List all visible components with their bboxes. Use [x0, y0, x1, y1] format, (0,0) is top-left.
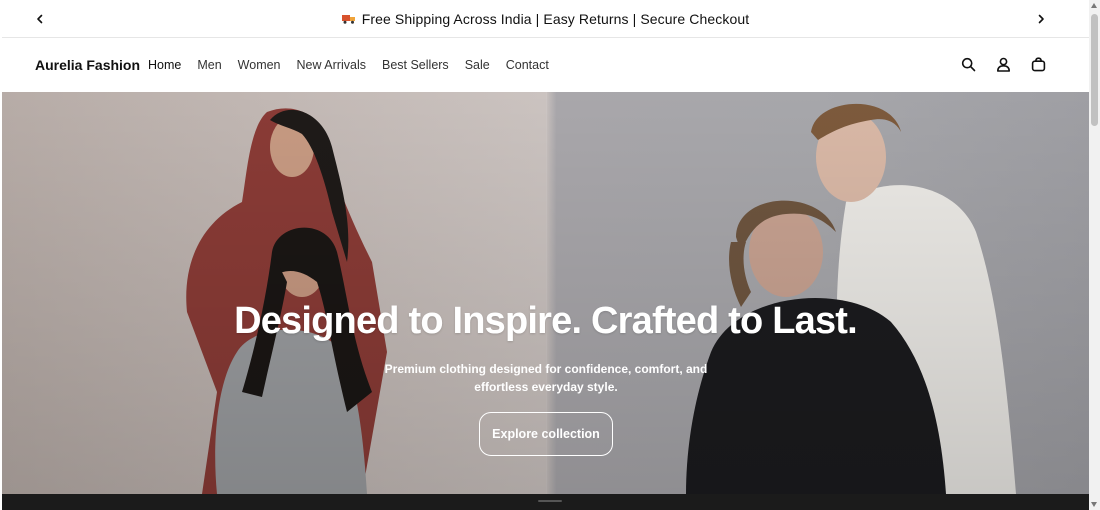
announcement-bar: Free Shipping Across India | Easy Return…	[2, 0, 1089, 38]
chevron-right-icon	[1038, 14, 1044, 24]
explore-collection-button[interactable]: Explore collection	[479, 412, 613, 456]
announcement-message: Free Shipping Across India | Easy Return…	[341, 10, 750, 27]
cart-button[interactable]	[1029, 55, 1047, 73]
nav-item-best-sellers[interactable]: Best Sellers	[382, 58, 449, 72]
chevron-left-icon	[37, 14, 43, 24]
search-button[interactable]	[959, 55, 977, 73]
site-header: Aurelia Fashion Home Men Women New Arriv…	[2, 39, 1089, 92]
nav-item-home[interactable]: Home	[148, 58, 181, 72]
scroll-down-arrow-icon[interactable]	[1091, 502, 1097, 507]
main-nav: Home Men Women New Arrivals Best Sellers…	[148, 58, 549, 72]
announcement-prev-button[interactable]	[30, 9, 50, 29]
bottom-bar	[2, 494, 1089, 510]
page-scrollbar[interactable]	[1089, 0, 1100, 510]
page: Free Shipping Across India | Easy Return…	[2, 0, 1089, 510]
account-icon	[996, 57, 1010, 72]
nav-item-women[interactable]: Women	[238, 58, 281, 72]
hero-title: Designed to Inspire. Crafted to Last.	[234, 300, 858, 342]
brand-logo[interactable]: Aurelia Fashion	[35, 57, 140, 73]
announcement-next-button[interactable]	[1031, 9, 1051, 29]
nav-item-contact[interactable]: Contact	[506, 58, 549, 72]
truck-icon	[341, 14, 355, 24]
scroll-up-arrow-icon[interactable]	[1091, 3, 1097, 8]
search-icon	[961, 57, 975, 71]
hero-banner: Designed to Inspire. Crafted to Last. Pr…	[2, 92, 1089, 494]
scrollbar-thumb[interactable]	[1091, 14, 1098, 126]
announcement-text: Free Shipping Across India | Easy Return…	[361, 10, 750, 27]
cart-icon	[1031, 56, 1045, 71]
nav-item-new-arrivals[interactable]: New Arrivals	[297, 58, 366, 72]
header-actions	[959, 55, 1047, 73]
hero-subtitle: Premium clothing designed for confidence…	[384, 362, 708, 394]
nav-item-men[interactable]: Men	[197, 58, 221, 72]
account-button[interactable]	[994, 55, 1012, 73]
drag-handle[interactable]	[538, 500, 562, 502]
nav-item-sale[interactable]: Sale	[465, 58, 490, 72]
